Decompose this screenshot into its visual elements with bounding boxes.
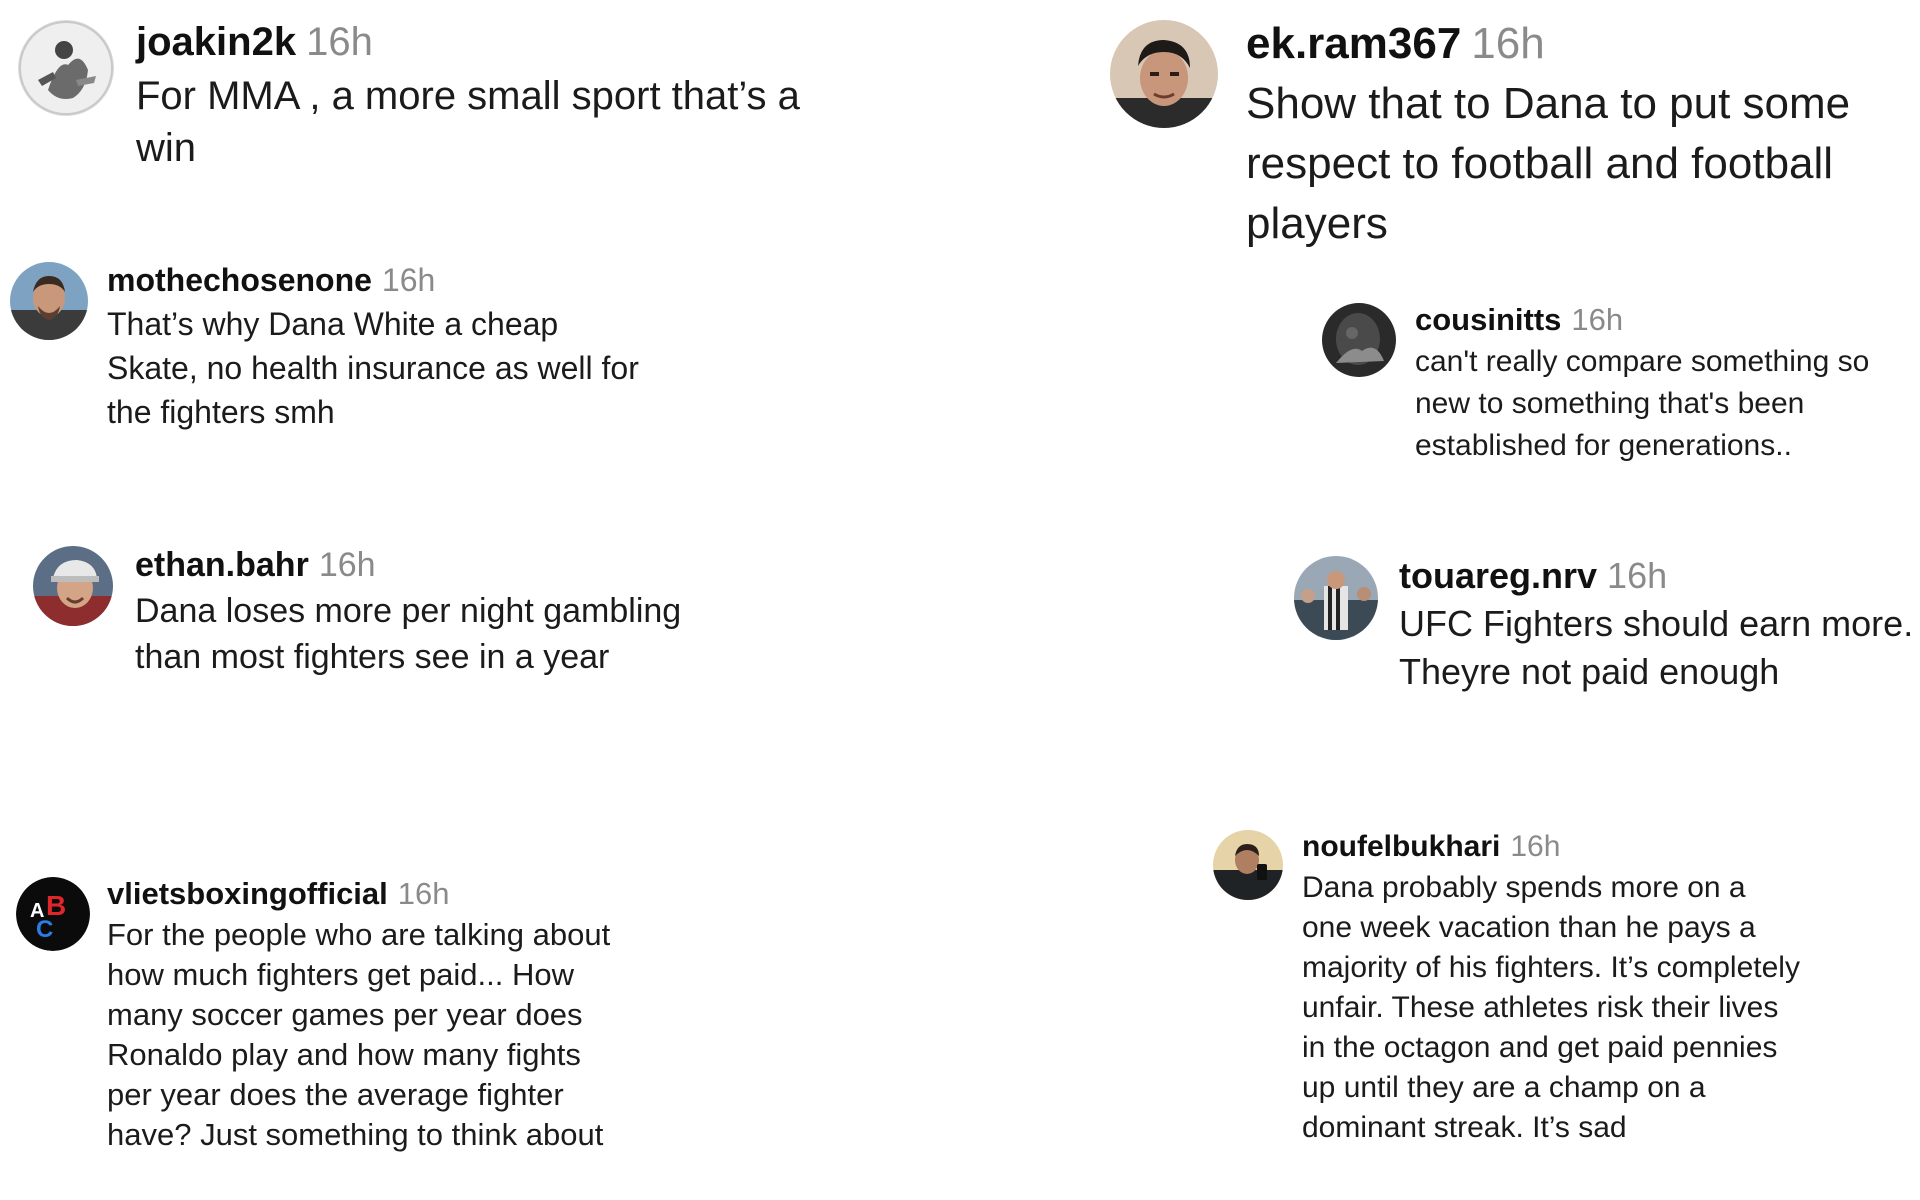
comment-ethan-bahr: ethan.bahr 16h Dana loses more per night … — [33, 546, 833, 746]
comment-text: Show that to Dana to put some respect to… — [1246, 79, 1851, 248]
man-in-cap-avatar-icon[interactable] — [33, 546, 113, 626]
username[interactable]: mothechosenone — [107, 262, 372, 298]
man-portrait-avatar-icon[interactable] — [10, 262, 88, 340]
username[interactable]: touareg.nrv — [1399, 555, 1597, 596]
comment-body: noufelbukhari 16h Dana probably spends mo… — [1302, 830, 1822, 1148]
username[interactable]: joakin2k — [136, 20, 296, 64]
comment-body: joakin2k 16h For MMA , a more small sport… — [136, 20, 816, 174]
timestamp: 16h — [306, 20, 373, 64]
comment-body: cousinitts 16h can't really compare somet… — [1415, 303, 1920, 467]
comment-vlietsboxingofficial: A B C vlietsboxingofficial 16h For the pe… — [16, 877, 816, 1197]
username[interactable]: ethan.bahr — [135, 546, 309, 584]
comment-text: That’s why Dana White a cheap Skate, no … — [107, 306, 639, 430]
svg-text:C: C — [36, 916, 53, 943]
comment-noufelbukhari: noufelbukhari 16h Dana probably spends mo… — [1213, 830, 1920, 1200]
man-selfie-avatar-icon[interactable] — [1213, 830, 1283, 900]
timestamp: 16h — [1471, 19, 1545, 68]
comment-joakin2k: joakin2k 16h For MMA , a more small sport… — [18, 20, 818, 190]
timestamp: 16h — [381, 262, 436, 298]
username[interactable]: noufelbukhari — [1302, 830, 1500, 863]
dark-photo-avatar-icon[interactable] — [1322, 303, 1396, 377]
comment-cousinitts: cousinitts 16h can't really compare somet… — [1322, 303, 1920, 483]
comment-text: For MMA , a more small sport that’s a wi… — [136, 74, 800, 170]
username[interactable]: cousinitts — [1415, 302, 1561, 337]
timestamp: 16h — [1571, 302, 1624, 337]
comment-text: UFC Fighters should earn more. Theyre no… — [1399, 603, 1914, 692]
crowd-photo-avatar-icon[interactable] — [1294, 556, 1378, 640]
username[interactable]: vlietsboxingofficial — [107, 876, 388, 911]
comment-text: Dana loses more per night gambling than … — [135, 592, 682, 676]
timestamp: 16h — [1607, 555, 1668, 596]
comment-body: mothechosenone 16h That’s why Dana White … — [107, 262, 667, 434]
timestamp: 16h — [1510, 830, 1561, 863]
comment-mothechosenone: mothechosenone 16h That’s why Dana White … — [10, 262, 810, 442]
abc-logo-avatar-icon[interactable]: A B C — [16, 877, 90, 951]
comment-ek-ram367: ek.ram367 16h Show that to Dana to put so… — [1110, 20, 1910, 260]
comment-body: ethan.bahr 16h Dana loses more per night … — [135, 546, 755, 680]
illustrated-figure-avatar-icon[interactable] — [18, 20, 114, 116]
timestamp: 16h — [318, 546, 376, 584]
comment-body: touareg.nrv 16h UFC Fighters should earn … — [1399, 556, 1920, 696]
comment-text: can't really compare something so new to… — [1415, 345, 1870, 462]
comment-body: ek.ram367 16h Show that to Dana to put so… — [1246, 20, 1916, 254]
comment-text: Dana probably spends more on a one week … — [1302, 871, 1800, 1144]
timestamp: 16h — [397, 876, 450, 911]
comment-touareg-nrv: touareg.nrv 16h UFC Fighters should earn … — [1294, 556, 1920, 706]
man-portrait-avatar-icon[interactable] — [1110, 20, 1218, 128]
username[interactable]: ek.ram367 — [1246, 19, 1461, 68]
comment-text: For the people who are talking about how… — [107, 917, 611, 1152]
comment-body: vlietsboxingofficial 16h For the people w… — [107, 877, 647, 1155]
